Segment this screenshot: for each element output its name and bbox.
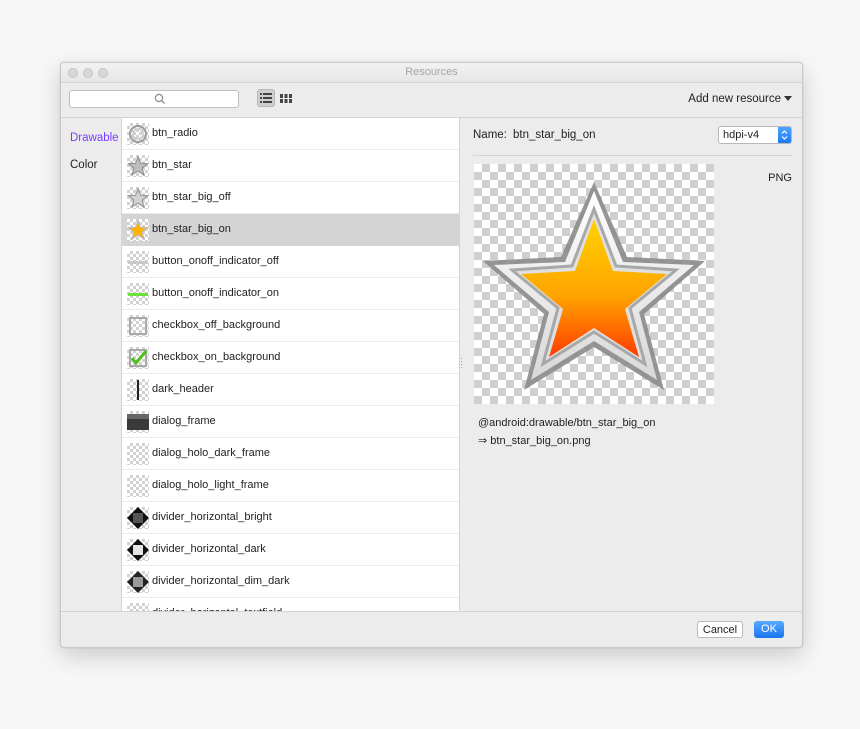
list-item-btn-star[interactable]: btn_star bbox=[122, 150, 459, 182]
transparent-icon bbox=[127, 443, 149, 465]
dialog-footer: Cancel OK bbox=[61, 611, 802, 647]
divider-icon bbox=[127, 507, 149, 529]
list-item-label: checkbox_off_background bbox=[152, 319, 281, 331]
list-item-button-onoff-indicator-off[interactable]: button_onoff_indicator_off bbox=[122, 246, 459, 278]
list-item-label: divider_horizontal_dim_dark bbox=[152, 575, 290, 587]
list-item-checkbox-on-background[interactable]: checkbox_on_background bbox=[122, 342, 459, 374]
resource-preview bbox=[474, 164, 714, 404]
star-gold-icon bbox=[483, 182, 705, 390]
star-gold-icon bbox=[127, 219, 149, 241]
divider-icon bbox=[127, 571, 149, 593]
list-item-dark-header[interactable]: dark_header bbox=[122, 374, 459, 406]
checkbox-off-icon bbox=[127, 315, 149, 337]
list-item-dialog-holo-light-frame[interactable]: dialog_holo_light_frame bbox=[122, 470, 459, 502]
title-bar: Resources bbox=[61, 63, 802, 83]
resource-reference: @android:drawable/btn_star_big_on bbox=[478, 417, 656, 429]
transparent-icon bbox=[127, 475, 149, 497]
name-label: Name: bbox=[473, 129, 507, 141]
category-sidebar: Drawable Color bbox=[61, 118, 122, 612]
indicator-off-icon bbox=[127, 251, 149, 273]
star-gray-icon bbox=[127, 187, 149, 209]
list-item-label: divider_horizontal_bright bbox=[152, 511, 272, 523]
up-down-chevron-icon bbox=[781, 130, 788, 140]
list-item-dialog-holo-dark-frame[interactable]: dialog_holo_dark_frame bbox=[122, 438, 459, 470]
toolbar: Add new resource bbox=[61, 83, 802, 118]
indicator-on-icon bbox=[127, 283, 149, 305]
add-new-resource-menu[interactable]: Add new resource bbox=[688, 93, 792, 105]
resource-detail-panel: Name: btn_star_big_on hdpi-v4 PNG @andro… bbox=[463, 118, 802, 612]
search-icon bbox=[154, 93, 165, 104]
category-drawable[interactable]: Drawable bbox=[70, 132, 119, 144]
divider bbox=[473, 155, 792, 156]
list-item-label: divider_horizontal_dark bbox=[152, 543, 266, 555]
density-select[interactable]: hdpi-v4 bbox=[718, 126, 792, 144]
grid-view-icon bbox=[280, 93, 292, 103]
ok-button[interactable]: OK bbox=[754, 621, 784, 638]
star-outline-icon bbox=[127, 155, 149, 177]
resource-name: btn_star_big_on bbox=[513, 129, 596, 141]
grid-view-button[interactable] bbox=[277, 89, 295, 107]
list-item-divider-horizontal-textfield[interactable]: divider_horizontal_textfield bbox=[122, 598, 459, 612]
list-item-label: btn_radio bbox=[152, 127, 198, 139]
density-value: hdpi-v4 bbox=[723, 129, 760, 141]
add-new-resource-label: Add new resource bbox=[688, 93, 781, 105]
resources-dialog: Resources Add new resource Drawable Colo… bbox=[60, 62, 803, 648]
checkbox-on-icon bbox=[127, 347, 149, 369]
list-item-divider-horizontal-dim-dark[interactable]: divider_horizontal_dim_dark bbox=[122, 566, 459, 598]
list-item-button-onoff-indicator-on[interactable]: button_onoff_indicator_on bbox=[122, 278, 459, 310]
list-item-btn-star-big-off[interactable]: btn_star_big_off bbox=[122, 182, 459, 214]
resource-file: ⇒ btn_star_big_on.png bbox=[478, 435, 591, 447]
list-view-button[interactable] bbox=[257, 89, 275, 107]
list-item-label: dialog_holo_dark_frame bbox=[152, 447, 271, 459]
dialog-frame-icon bbox=[127, 411, 149, 433]
select-stepper bbox=[778, 127, 791, 143]
divider-icon bbox=[127, 539, 149, 561]
list-item-label: button_onoff_indicator_on bbox=[152, 287, 280, 299]
list-view-icon bbox=[260, 93, 272, 103]
dark-header-icon bbox=[127, 379, 149, 401]
list-item-label: dialog_frame bbox=[152, 415, 216, 427]
list-item-label: btn_star bbox=[152, 159, 192, 171]
list-item-btn-radio[interactable]: btn_radio bbox=[122, 118, 459, 150]
window-title: Resources bbox=[405, 66, 458, 78]
list-item-label: btn_star_big_on bbox=[152, 223, 231, 235]
search-input[interactable] bbox=[69, 90, 239, 108]
list-item-divider-horizontal-dark[interactable]: divider_horizontal_dark bbox=[122, 534, 459, 566]
resource-list[interactable]: btn_radio btn_star btn_star_big_off btn_… bbox=[122, 118, 460, 612]
list-item-label: btn_star_big_off bbox=[152, 191, 231, 203]
list-item-divider-horizontal-bright[interactable]: divider_horizontal_bright bbox=[122, 502, 459, 534]
list-item-checkbox-off-background[interactable]: checkbox_off_background bbox=[122, 310, 459, 342]
radio-icon bbox=[127, 123, 149, 145]
list-item-label: dark_header bbox=[152, 383, 214, 395]
list-item-label: button_onoff_indicator_off bbox=[152, 255, 279, 267]
list-item-label: checkbox_on_background bbox=[152, 351, 281, 363]
chevron-down-icon bbox=[784, 96, 792, 102]
list-item-dialog-frame[interactable]: dialog_frame bbox=[122, 406, 459, 438]
cancel-button[interactable]: Cancel bbox=[697, 621, 743, 638]
list-item-label: dialog_holo_light_frame bbox=[152, 479, 269, 491]
format-badge: PNG bbox=[768, 172, 792, 184]
category-color[interactable]: Color bbox=[70, 159, 97, 171]
list-item-btn-star-big-on[interactable]: btn_star_big_on bbox=[122, 214, 459, 246]
